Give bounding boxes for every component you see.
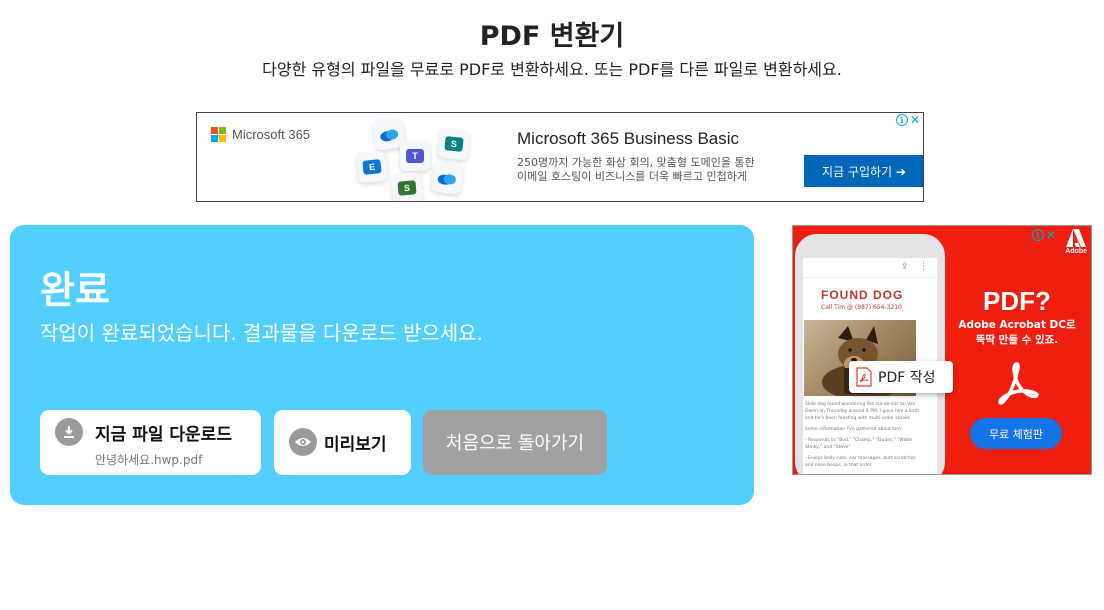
adobe-logo-icon: [1066, 229, 1087, 247]
download-file-button[interactable]: 지금 파일 다운로드 안녕하세요.hwp.pdf: [40, 410, 261, 475]
preview-button[interactable]: 미리보기: [274, 410, 411, 475]
teams-icon: T: [400, 141, 430, 171]
top-banner-ad[interactable]: Microsoft 365 S T E S Microsoft 365 Busi…: [196, 112, 924, 202]
story-paragraph-4: - Enjoys belly rubs, ear massages, butt …: [805, 456, 916, 468]
phone-mockup: ⇪ ⋮ FOUND DOG Call Tim @ (987) 654-3210: [795, 234, 945, 474]
exchange-icon: E: [355, 150, 389, 184]
ad-description: 250명까지 가능한 화상 회의, 맞춤형 도메인을 통한 이메일 호스팅이 비…: [517, 156, 787, 184]
ad-headline: Microsoft 365 Business Basic: [517, 129, 740, 148]
story-paragraph-2: Some information I've gathered about him…: [805, 427, 903, 432]
pdf-file-icon: [856, 367, 872, 387]
story-text: Slide dog found wandering the cul-de-sac…: [805, 401, 925, 469]
eye-icon: [289, 428, 317, 456]
result-panel: 완료 작업이 완료되었습니다. 결과물을 다운로드 받으세요. 지금 파일 다운…: [10, 225, 754, 505]
back-button-label: 처음으로 돌아가기: [445, 433, 585, 454]
adobe-headline: PDF?: [983, 286, 1051, 316]
adobe-logo: Adobe: [1065, 229, 1087, 255]
create-pdf-label: PDF 작성: [878, 370, 936, 386]
ad-info-icon[interactable]: i: [895, 114, 908, 126]
free-trial-button[interactable]: 무료 체험판: [970, 418, 1062, 449]
download-icon: [55, 418, 83, 446]
sharepoint-icon: S: [437, 127, 471, 161]
preview-button-label: 미리보기: [324, 435, 387, 455]
ad-choices[interactable]: i ✕: [893, 113, 923, 127]
found-dog-title: FOUND DOG: [821, 288, 904, 302]
download-button-label: 지금 파일 다운로드: [95, 425, 232, 445]
share-icon: ⇪: [901, 262, 909, 272]
back-to-start-button[interactable]: 처음으로 돌아가기: [423, 410, 607, 475]
ad-close-icon[interactable]: ✕: [910, 114, 920, 126]
result-title: 완료: [40, 268, 110, 312]
page-subtitle: 다양한 유형의 파일을 무료로 PDF로 변환하세요. 또는 PDF를 다른 파…: [262, 60, 842, 79]
download-filename: 안녕하세요.hwp.pdf: [95, 453, 203, 467]
adobe-description-line1: Adobe Acrobat DC로: [958, 319, 1076, 331]
ad-description-line1: 250명까지 가능한 화상 회의, 맞춤형 도메인을 통한: [517, 156, 755, 169]
more-icon: ⋮: [919, 262, 928, 272]
side-banner-ad[interactable]: ⇪ ⋮ FOUND DOG Call Tim @ (987) 654-3210: [792, 225, 1092, 475]
call-line: Call Tim @ (987) 654-3210: [821, 304, 902, 311]
story-paragraph-3: - Responds to "Bud," "Champ," "Dudes," "…: [805, 438, 913, 450]
phone-toolbar: ⇪ ⋮: [803, 258, 937, 278]
result-message: 작업이 완료되었습니다. 결과물을 다운로드 받으세요.: [40, 321, 483, 345]
side-ad-info-icon[interactable]: i: [1031, 229, 1044, 241]
ad-brand: Microsoft 365: [232, 127, 311, 142]
ad-buy-now-button[interactable]: 지금 구입하기 ➔: [804, 155, 923, 187]
story-paragraph-1: Slide dog found wandering the cul-de-sac…: [805, 402, 920, 421]
onedrive-icon-2: [430, 161, 464, 195]
adobe-logo-label: Adobe: [1065, 248, 1087, 255]
adobe-description: Adobe Acrobat DC로 뚝딱 만들 수 있죠.: [953, 318, 1081, 348]
create-pdf-chip: PDF 작성: [849, 361, 953, 393]
adobe-description-line2: 뚝딱 만들 수 있죠.: [975, 334, 1059, 346]
acrobat-icon: [992, 358, 1042, 412]
side-ad-choices[interactable]: i ✕: [1029, 228, 1059, 242]
ad-description-line2: 이메일 호스팅이 비즈니스를 더욱 빠르고 민첩하게: [517, 170, 748, 183]
ad-app-icons: S T E S: [352, 115, 482, 201]
microsoft-logo: Microsoft 365: [211, 127, 310, 142]
microsoft-logo-icon: [211, 127, 226, 142]
page-title: PDF 변환기: [479, 21, 625, 52]
planner-icon: S: [390, 171, 424, 201]
side-ad-close-icon[interactable]: ✕: [1046, 229, 1056, 241]
